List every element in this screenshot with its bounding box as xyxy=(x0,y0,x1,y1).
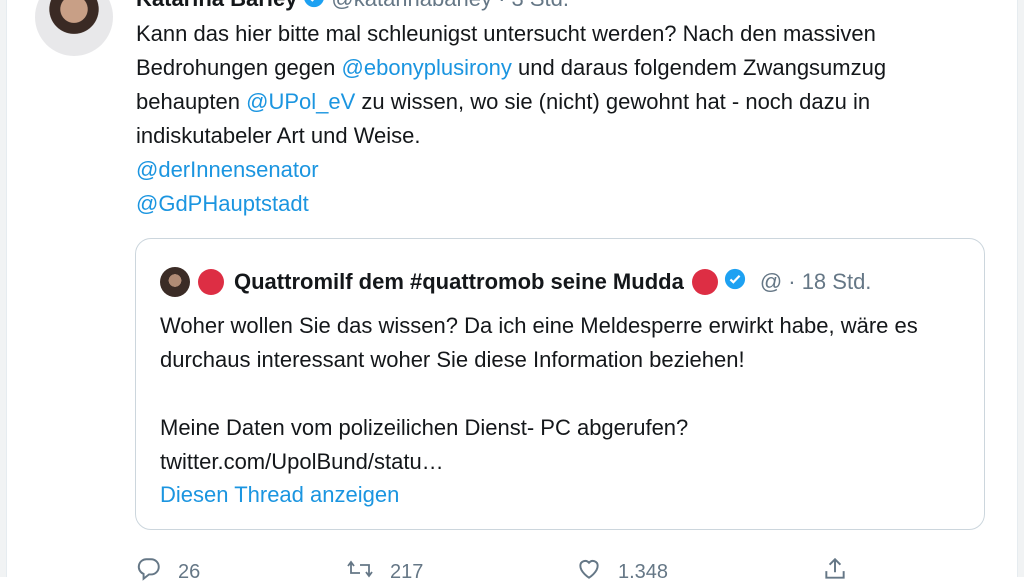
like-button[interactable]: 1.348 xyxy=(576,556,668,588)
share-button[interactable] xyxy=(822,556,848,588)
red-circle-icon xyxy=(198,269,224,295)
mention-link[interactable]: @ebonyplusirony xyxy=(342,55,512,80)
retweet-icon xyxy=(346,556,374,588)
quoted-author-avatar xyxy=(160,267,190,297)
author-avatar[interactable] xyxy=(35,0,113,56)
tweet-text: Kann das hier bitte mal schleunigst unte… xyxy=(136,17,996,221)
show-thread-link[interactable]: Diesen Thread anzeigen xyxy=(160,482,399,508)
quoted-paragraph: Woher wollen Sie das wissen? Da ich eine… xyxy=(160,313,918,372)
quoted-author-name: Quattromilf dem #quattromob seine Mudda xyxy=(234,269,684,294)
heart-icon xyxy=(576,556,602,588)
mention-link[interactable]: @derInnensenator xyxy=(136,157,319,182)
verified-icon xyxy=(724,268,746,296)
quoted-tweet-meta: @ · 18 Std. xyxy=(759,269,872,294)
quoted-link-text: twitter.com/UpolBund/statu… xyxy=(160,449,444,474)
author-handle[interactable]: @katarinabarley xyxy=(331,0,492,11)
left-frame xyxy=(0,0,7,577)
mention-link[interactable]: @GdPHauptstadt xyxy=(136,191,309,216)
verified-icon xyxy=(303,0,325,14)
reply-icon xyxy=(136,556,162,588)
tweet-time[interactable]: · 3 Std. xyxy=(498,0,569,11)
quoted-tweet-text: Woher wollen Sie das wissen? Da ich eine… xyxy=(160,309,960,479)
quoted-tweet-header: Quattromilf dem #quattromob seine Mudda … xyxy=(160,266,871,298)
mention-link[interactable]: @UPol_eV xyxy=(246,89,355,114)
red-circle-icon xyxy=(691,269,718,295)
reply-button[interactable]: 26 xyxy=(136,556,200,588)
reply-count: 26 xyxy=(178,560,201,583)
author-name[interactable]: Katarina Barley xyxy=(136,0,297,11)
right-frame xyxy=(1017,0,1024,577)
retweet-count: 217 xyxy=(390,560,424,583)
quoted-tweet-card[interactable]: Quattromilf dem #quattromob seine Mudda … xyxy=(135,238,985,530)
tweet-header: Katarina Barley @katarinabarley · 3 Std. xyxy=(136,0,569,14)
retweet-button[interactable]: 217 xyxy=(346,556,423,588)
like-count: 1.348 xyxy=(618,560,669,583)
tweet-actions: 26 217 1.348 xyxy=(136,556,856,586)
share-icon xyxy=(822,556,848,588)
quoted-paragraph: Meine Daten vom polizeilichen Dienst- PC… xyxy=(160,415,689,440)
